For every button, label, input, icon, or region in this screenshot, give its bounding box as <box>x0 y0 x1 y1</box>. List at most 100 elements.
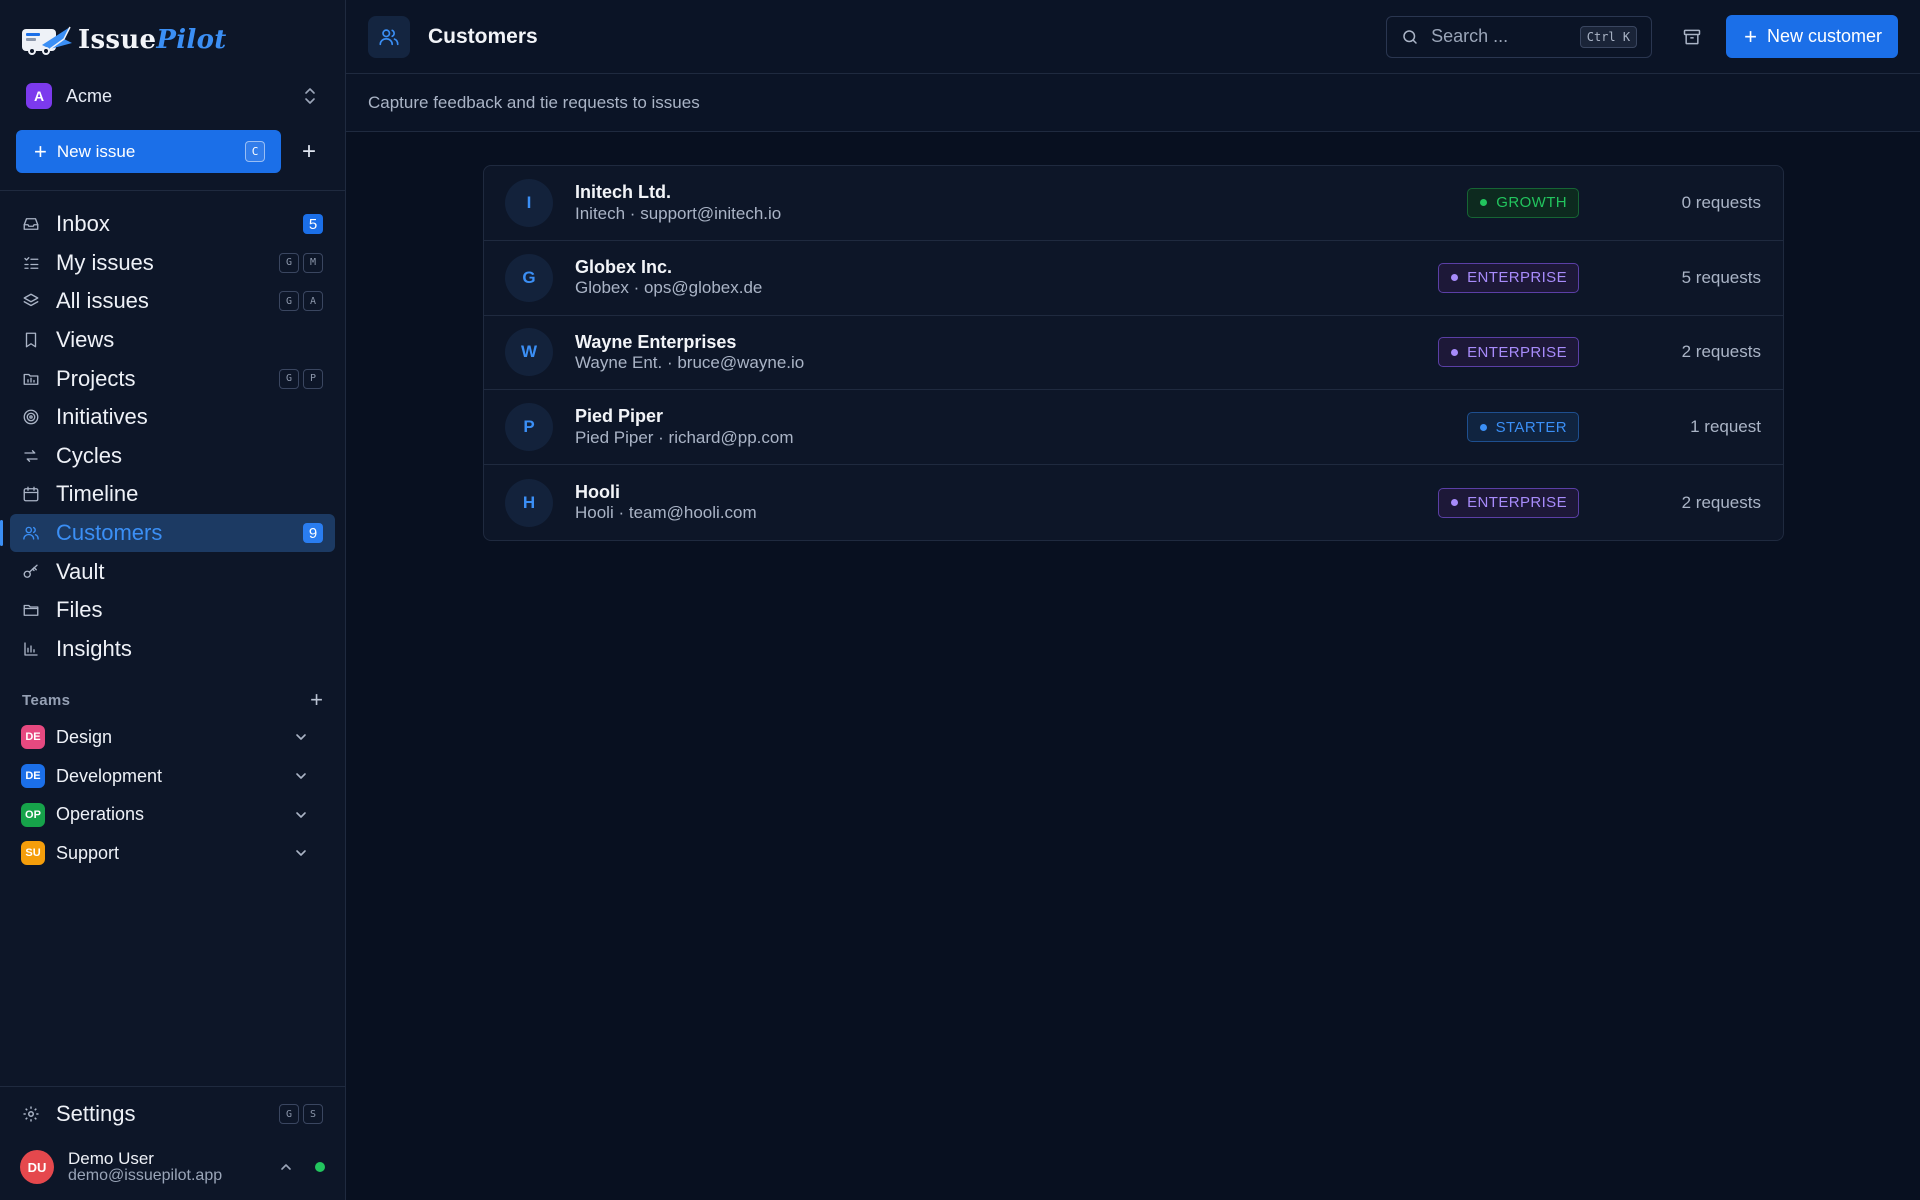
search-shortcut: Ctrl K <box>1579 25 1638 48</box>
customer-avatar: W <box>505 328 553 377</box>
team-name: Support <box>56 842 120 863</box>
user-menu[interactable]: DU Demo User demo@issuepilot.app <box>20 1145 325 1189</box>
sidebar-item-label: Initiatives <box>56 404 148 430</box>
search-placeholder: Search ... <box>1431 26 1509 46</box>
shortcut-key: G <box>279 252 299 273</box>
customer-row[interactable]: P Pied Piper Pied Piper · richard@pp.com ST… <box>484 390 1783 466</box>
teams-list: DE Design DE Development OP Operations SU Suppo… <box>0 712 345 872</box>
user-info: Demo User demo@issuepilot.app <box>68 1148 277 1185</box>
sidebar-item-inbox[interactable]: Inbox 5 <box>10 205 335 244</box>
user-name: Demo User <box>68 1148 154 1168</box>
sidebar-item-vault[interactable]: Vault <box>10 552 335 591</box>
sidebar-item-label: Views <box>56 327 115 353</box>
sidebar-item-label: Timeline <box>56 481 139 507</box>
customer-row[interactable]: H Hooli Hooli · team@hooli.com ENTERPRISE 2 … <box>484 465 1783 540</box>
customer-avatar: G <box>505 253 553 302</box>
sidebar-item-label: Projects <box>56 365 136 391</box>
brand[interactable]: IssuePilot <box>0 0 345 80</box>
add-team-icon[interactable]: + <box>310 689 323 711</box>
request-count: 5 requests <box>1681 267 1761 287</box>
gear-icon <box>22 1105 40 1123</box>
settings-label: Settings <box>56 1101 136 1126</box>
new-issue-shortcut: C <box>245 141 265 162</box>
plus-icon: + <box>301 137 316 165</box>
sidebar-item-label: Inbox <box>56 211 110 237</box>
brand-name: IssuePilot <box>78 25 227 55</box>
add-button[interactable]: + <box>293 136 325 168</box>
new-customer-button[interactable]: + New customer <box>1726 15 1898 58</box>
teams-title: Teams <box>22 691 71 709</box>
customer-avatar: P <box>505 403 553 452</box>
sidebar-item-label: Cycles <box>56 442 123 468</box>
chevron-down-icon[interactable] <box>291 727 311 747</box>
shortcut-key: G <box>279 1104 299 1124</box>
customer-info: Initech Ltd. Initech · support@initech.io <box>575 182 1467 224</box>
sidebar-item-initiatives[interactable]: Initiatives <box>10 398 335 437</box>
customer-row[interactable]: W Wayne Enterprises Wayne Ent. · bruce@way… <box>484 316 1783 391</box>
sidebar-item-label: Files <box>56 597 103 623</box>
customer-subtitle: Initech · support@initech.io <box>575 203 782 223</box>
sidebar-item-views[interactable]: Views <box>10 321 335 360</box>
folder-icon <box>22 601 40 619</box>
archive-icon[interactable] <box>1674 19 1710 55</box>
customer-name: Wayne Enterprises <box>575 331 737 352</box>
customer-row[interactable]: I Initech Ltd. Initech · support@initech.i… <box>484 166 1783 241</box>
request-count: 0 requests <box>1681 192 1761 212</box>
shortcut-key: A <box>303 291 323 312</box>
page-subtitle: Capture feedback and tie requests to iss… <box>368 92 700 112</box>
key-icon <box>22 563 40 581</box>
team-item-design[interactable]: DE Design <box>12 718 335 757</box>
shortcut-key: S <box>303 1104 323 1124</box>
chevron-down-icon[interactable] <box>291 843 311 863</box>
customer-row[interactable]: G Globex Inc. Globex · ops@globex.de ENTERP… <box>484 241 1783 316</box>
sidebar-item-files[interactable]: Files <box>10 591 335 630</box>
customer-subtitle: Hooli · team@hooli.com <box>575 503 757 523</box>
team-name: Development <box>56 765 163 786</box>
search-icon <box>1401 28 1419 46</box>
sidebar-item-projects[interactable]: Projects G P <box>10 359 335 398</box>
sidebar-item-all-issues[interactable]: All issues G A <box>10 282 335 321</box>
sidebar-item-my-issues[interactable]: My issues G M <box>10 244 335 283</box>
team-item-operations[interactable]: OP Operations <box>12 795 335 834</box>
chevron-down-icon[interactable] <box>291 805 311 825</box>
main-content: Customers Search ... Ctrl K + New custom… <box>346 0 1920 1200</box>
new-issue-button[interactable]: + New issue C <box>16 130 281 173</box>
search-input[interactable]: Search ... Ctrl K <box>1386 15 1653 58</box>
sidebar-footer: Settings G S DU Demo User demo@issuepilo… <box>0 1086 345 1200</box>
customer-info: Wayne Enterprises Wayne Ent. · bruce@wayn… <box>575 332 1438 374</box>
chevron-up-icon[interactable] <box>277 1158 295 1176</box>
sidebar-item-settings[interactable]: Settings G S <box>10 1095 335 1133</box>
avatar: DU <box>20 1150 54 1184</box>
shortcut-keys: GM <box>279 252 323 273</box>
chevron-down-icon[interactable] <box>291 766 311 786</box>
sidebar-item-timeline[interactable]: Timeline <box>10 475 335 514</box>
sidebar-item-customers[interactable]: Customers 9 <box>0 513 335 553</box>
team-item-development[interactable]: DE Development <box>12 757 335 796</box>
tier-dot <box>1451 499 1459 507</box>
tier-label: ENTERPRISE <box>1467 494 1567 512</box>
team-badge: DE <box>21 725 45 750</box>
workspace-switcher[interactable]: A Acme <box>16 77 329 115</box>
sidebar-item-insights[interactable]: Insights <box>10 630 335 669</box>
tier-dot <box>1451 274 1459 282</box>
request-count: 2 requests <box>1681 492 1761 512</box>
customer-name: Globex Inc. <box>575 256 673 277</box>
sidebar-item-cycles[interactable]: Cycles <box>10 437 335 476</box>
customer-name: Hooli <box>575 481 620 502</box>
team-item-support[interactable]: SU Support <box>12 834 335 873</box>
online-status-dot <box>315 1162 325 1172</box>
sidebar-nav: Inbox 5 My issues G M All issues G A Views Projec… <box>0 191 345 668</box>
page-subtitle-bar: Capture feedback and tie requests to iss… <box>346 74 1920 132</box>
tier-badge: ENTERPRISE <box>1438 262 1579 293</box>
tier-dot <box>1479 423 1487 431</box>
tier-badge: ENTERPRISE <box>1438 337 1579 368</box>
new-customer-label: New customer <box>1766 26 1882 46</box>
team-badge: SU <box>21 841 45 866</box>
customer-info: Hooli Hooli · team@hooli.com <box>575 482 1438 524</box>
cycle-icon <box>22 447 40 465</box>
shortcut-keys: GP <box>279 368 323 389</box>
customer-subtitle: Globex · ops@globex.de <box>575 278 763 298</box>
customer-name: Pied Piper <box>575 406 664 427</box>
settings-shortcut: G S <box>279 1104 323 1124</box>
issuepilot-logo-icon <box>20 23 74 57</box>
